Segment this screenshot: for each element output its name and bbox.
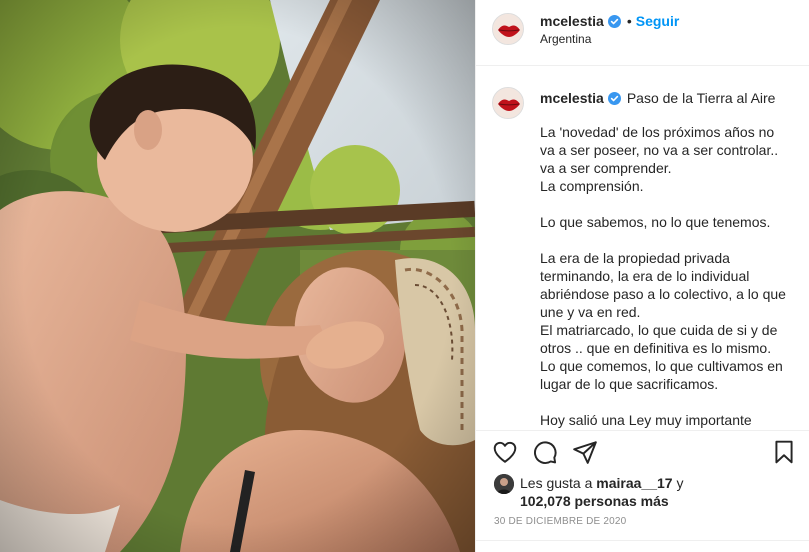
bookmark-icon[interactable] (771, 439, 797, 465)
profile-avatar[interactable] (492, 13, 524, 45)
likes-count-line[interactable]: 102,078 personas más (520, 492, 794, 510)
caption-paragraph: La era de la propiedad privada terminand… (540, 250, 786, 392)
caption-avatar[interactable] (492, 87, 524, 119)
liker-avatar[interactable] (494, 474, 514, 494)
separator-dot: • (626, 13, 632, 29)
caption-header: mcelestia Paso de la Tierra al Aire (540, 90, 775, 106)
likes-text: Les gusta a mairaa__17 y (520, 474, 794, 492)
liker-username-link[interactable]: mairaa__17 (596, 475, 672, 491)
comment-bubble-icon[interactable] (532, 439, 558, 465)
location-link[interactable]: Argentina (540, 32, 591, 46)
heart-icon[interactable] (492, 439, 518, 465)
likes-mid: y (672, 475, 684, 491)
caption-paragraph: Hoy salió una Ley muy importante (540, 412, 752, 428)
post-date[interactable]: 30 DE DICIEMBRE DE 2020 (494, 516, 626, 527)
avatar-lips-image (493, 14, 523, 44)
verified-badge-icon (607, 91, 621, 105)
caption-paragraph: La 'novedad' de los próximos años no va … (540, 124, 779, 194)
likes-summary: Les gusta a mairaa__17 y 102,078 persona… (494, 474, 794, 510)
likes-prefix: Les gusta a (520, 475, 597, 491)
likes-suffix[interactable]: personas más (571, 493, 668, 509)
post-actions: Les gusta a mairaa__17 y 102,078 persona… (476, 430, 809, 540)
caption-paragraph: Lo que sabemos, no lo que tenemos. (540, 214, 771, 230)
post-header: mcelestia • Seguir Argentina (476, 0, 809, 66)
avatar-lips-image (493, 88, 523, 118)
instagram-post: mcelestia • Seguir Argentina mcelestia P… (0, 0, 809, 552)
verified-badge-icon (607, 14, 621, 28)
caption-title: Paso de la Tierra al Aire (626, 90, 776, 106)
comment-bar-edge (476, 540, 809, 552)
caption-section: mcelestia Paso de la Tierra al Aire La '… (476, 67, 809, 430)
likes-count[interactable]: 102,078 (520, 493, 571, 509)
username-link[interactable]: mcelestia (540, 13, 604, 29)
photo-illustration (0, 0, 475, 552)
caption-username-link[interactable]: mcelestia (540, 90, 604, 106)
caption-text: La 'novedad' de los próximos años no va … (540, 123, 790, 430)
post-photo[interactable] (0, 0, 475, 552)
follow-button[interactable]: Seguir (636, 13, 680, 29)
header-user-line: mcelestia • Seguir (540, 12, 679, 30)
post-side-panel: mcelestia • Seguir Argentina mcelestia P… (475, 0, 809, 552)
paper-plane-icon[interactable] (572, 439, 598, 465)
